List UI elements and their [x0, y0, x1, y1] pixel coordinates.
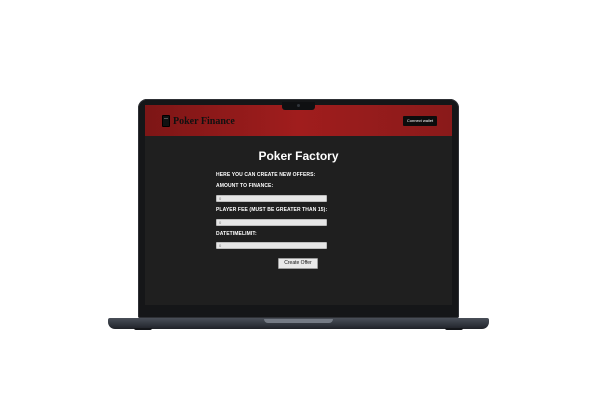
amount-placeholder: 0 [219, 196, 222, 201]
camera-icon [297, 104, 300, 107]
datetime-limit-label: DATETIMELIMIT: [216, 231, 257, 237]
laptop-foot-right [445, 328, 463, 330]
intro-text: HERE YOU CAN CREATE NEW OFFERS: [216, 172, 316, 178]
create-offer-button[interactable]: Create Offer [278, 258, 318, 269]
connect-wallet-button[interactable]: Connect wallet [403, 116, 437, 126]
player-fee-label: PLAYER FEE (MUST BE GREATER THAN 15): [216, 207, 328, 213]
page-title: Poker Factory [258, 149, 339, 163]
player-fee-placeholder: 0 [219, 220, 222, 225]
amount-input[interactable]: 0 [216, 195, 327, 202]
logo[interactable]: Poker Finance [162, 115, 235, 127]
trackpad-notch [264, 319, 333, 323]
logo-text: Poker Finance [173, 115, 235, 127]
laptop-screen: Poker Finance Connect wallet Poker Facto… [145, 105, 452, 305]
datetime-limit-placeholder: 0 [219, 243, 222, 248]
player-fee-input[interactable]: 0 [216, 219, 327, 226]
amount-label: AMOUNT TO FINANCE: [216, 183, 274, 189]
card-deck-icon [162, 115, 170, 127]
laptop-foot-left [134, 328, 152, 330]
datetime-limit-input[interactable]: 0 [216, 242, 327, 249]
